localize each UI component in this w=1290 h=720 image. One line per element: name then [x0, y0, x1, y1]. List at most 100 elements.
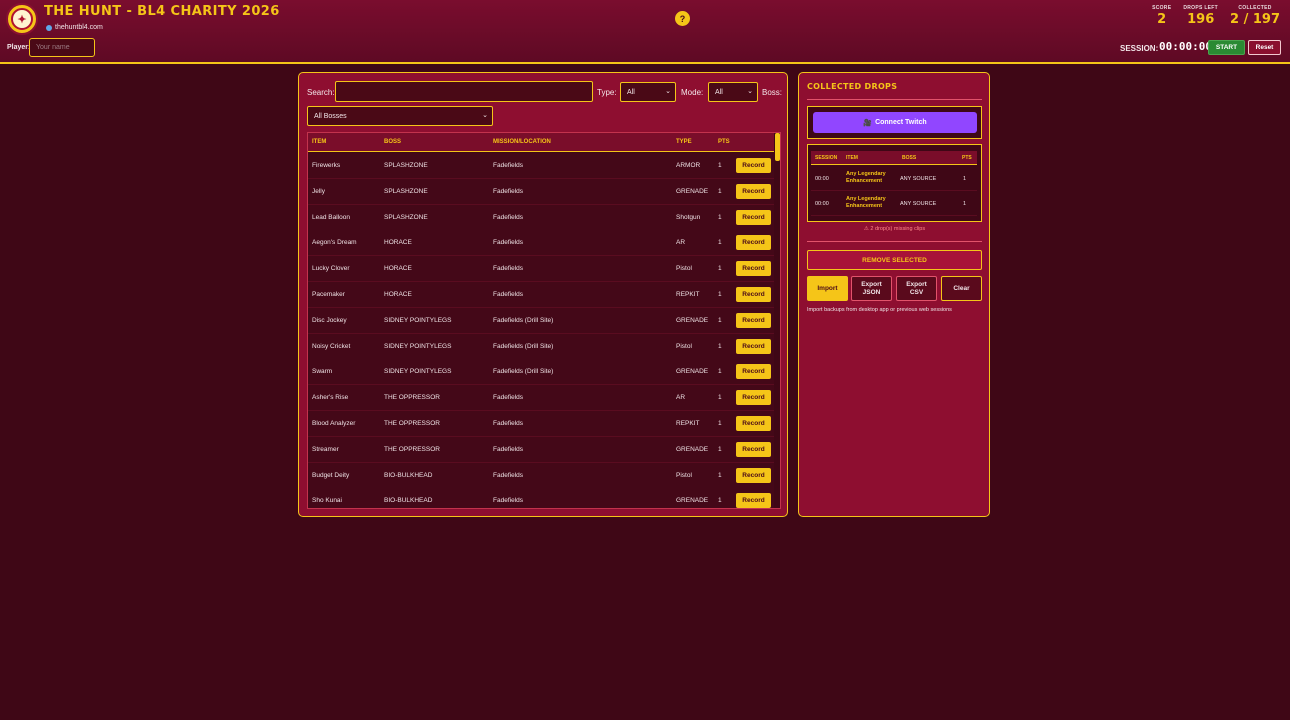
table-row: Sho Kunai BIO-BULKHEAD Fadefields GRENADE 1 R… — [308, 488, 774, 508]
row-pts: 1 — [718, 342, 722, 350]
table-row: Lucky Clover HORACE Fadefields Pistol 1 Recor… — [308, 256, 774, 283]
stat-drops-left-label: DROPS LEFT — [1183, 5, 1219, 11]
row-pts: 1 — [718, 239, 722, 247]
record-button[interactable]: Record — [736, 261, 771, 277]
table-row: Jelly SPLASHZONE Fadefields GRENADE 1 Record — [308, 178, 774, 205]
stat-score-value: 2 — [1157, 12, 1167, 27]
reset-button[interactable]: Reset — [1248, 40, 1281, 55]
boss-label: Boss: — [762, 88, 783, 97]
table-row: Disc Jockey SIDNEY POINTYLEGS Fadefields (… — [308, 307, 774, 334]
row-pts: 1 — [718, 316, 722, 324]
row-type: GRENADE — [676, 445, 709, 453]
header-item[interactable]: ITEM — [312, 139, 326, 145]
stat-collected-value: 2 / 197 — [1230, 12, 1280, 27]
row-pts: 1 — [718, 187, 722, 195]
record-button[interactable]: Record — [736, 183, 771, 199]
start-button[interactable]: START — [1208, 40, 1245, 55]
header-pts[interactable]: PTS — [718, 139, 730, 145]
table-row: Swarm SIDNEY POINTYLEGS Fadefields (Drill … — [308, 359, 774, 386]
row-type: REPKIT — [676, 291, 700, 298]
stat-drops-left-value: 196 — [1187, 12, 1215, 27]
record-button[interactable]: Record — [736, 287, 771, 302]
record-button[interactable]: Record — [736, 235, 771, 251]
record-button[interactable]: Record — [736, 338, 771, 354]
row-location: Fadefields — [493, 394, 523, 402]
clear-button[interactable]: Clear — [941, 276, 982, 301]
record-button[interactable]: Record — [736, 493, 771, 508]
drop-boss: ANY SOURCE — [900, 201, 937, 207]
row-type: AR — [676, 239, 686, 247]
row-type: ARMOR — [676, 162, 701, 169]
record-button[interactable]: Record — [736, 312, 771, 328]
row-item: Firewerks — [312, 162, 341, 169]
row-type: GRENADE — [676, 368, 709, 376]
header-location[interactable]: MISSION/LOCATION — [493, 139, 551, 145]
record-button[interactable]: Record — [736, 390, 771, 406]
chevron-down-icon: ⌄ — [482, 112, 488, 119]
row-item: Lead Balloon — [312, 213, 350, 221]
mode-select-value: All — [715, 88, 723, 96]
drop-session: 00:00 — [815, 201, 829, 207]
dheader-item: ITEM — [846, 155, 858, 161]
mode-select[interactable]: All ⌄ — [708, 82, 758, 102]
row-item: Streamer — [312, 445, 339, 453]
dheader-boss: BOSS — [902, 155, 917, 161]
row-pts: 1 — [718, 368, 722, 376]
type-select[interactable]: All ⌄ — [620, 82, 676, 102]
player-name-input[interactable] — [29, 38, 95, 57]
row-type: Pistol — [676, 471, 692, 479]
record-button[interactable]: Record — [736, 158, 771, 173]
record-button[interactable]: Record — [736, 416, 771, 431]
collected-drops-panel: COLLECTED DROPS 🎥 Connect Twitch SESSION… — [798, 72, 990, 517]
remove-selected-button[interactable]: REMOVE SELECTED — [807, 250, 982, 270]
connect-twitch-button[interactable]: 🎥 Connect Twitch — [813, 112, 977, 133]
table-scrollbar[interactable] — [775, 133, 780, 161]
drop-boss: ANY SOURCE — [900, 176, 937, 182]
row-item: Blood Analyzer — [312, 420, 356, 427]
type-select-value: All — [627, 88, 635, 96]
table-row: Firewerks SPLASHZONE Fadefields ARMOR 1 Recor… — [308, 153, 774, 179]
import-button[interactable]: Import — [807, 276, 848, 301]
collected-drop-row[interactable]: 00:00 Any Legendary Enhancement ANY SOURC… — [811, 191, 977, 216]
help-button[interactable]: ? — [675, 11, 690, 26]
row-item: Budget Deity — [312, 471, 350, 479]
export-json-button[interactable]: Export JSON — [851, 276, 892, 301]
row-item: Aegon's Dream — [312, 239, 357, 247]
drops-table: ITEM BOSS MISSION/LOCATION TYPE PTS Fire… — [307, 132, 781, 509]
collected-drop-row[interactable]: 00:00 Any Legendary Enhancement ANY SOURC… — [811, 166, 977, 191]
type-label: Type: — [597, 88, 617, 97]
app-title: THE HUNT - BL4 CHARITY 2026 — [44, 4, 280, 19]
table-row: Asher's Rise THE OPPRESSOR Fadefields AR 1 Re… — [308, 385, 774, 412]
record-button[interactable]: Record — [736, 467, 771, 483]
row-location: Fadefields — [493, 265, 523, 273]
header-boss[interactable]: BOSS — [384, 139, 401, 145]
row-location: Fadefields — [493, 213, 523, 221]
record-button[interactable]: Record — [736, 364, 771, 380]
drops-table-panel: Search: Type: All ⌄ Mode: All ⌄ Boss: Al… — [298, 72, 788, 517]
export-csv-button[interactable]: Export CSV — [896, 276, 937, 301]
record-button[interactable]: Record — [736, 209, 771, 225]
row-type: GRENADE — [676, 187, 709, 195]
site-link[interactable]: thehuntbl4.com — [46, 24, 103, 31]
record-button[interactable]: Record — [736, 441, 771, 457]
row-pts: 1 — [718, 471, 722, 479]
table-row: Aegon's Dream HORACE Fadefields AR 1 Record — [308, 230, 774, 257]
boss-select[interactable]: All Bosses ⌄ — [307, 106, 493, 126]
site-link-text[interactable]: thehuntbl4.com — [55, 24, 103, 31]
dheader-pts: PTS — [962, 155, 972, 161]
globe-icon — [46, 24, 52, 31]
row-location: Fadefields (Drill Site) — [493, 368, 554, 376]
table-row: Noisy Cricket SIDNEY POINTYLEGS Fadefields… — [308, 333, 774, 360]
row-item: Asher's Rise — [312, 394, 349, 402]
header-type[interactable]: TYPE — [676, 139, 692, 145]
row-location: Fadefields — [493, 497, 523, 505]
row-type: Pistol — [676, 342, 692, 350]
drop-pts: 1 — [963, 201, 967, 207]
row-pts: 1 — [718, 265, 722, 273]
row-item: Jelly — [312, 187, 326, 195]
search-input[interactable] — [335, 81, 593, 102]
row-boss: HORACE — [384, 291, 412, 298]
row-location: Fadefields — [493, 187, 523, 195]
session-timer: 00:00:00 — [1159, 40, 1212, 53]
collected-drops-title: COLLECTED DROPS — [807, 82, 898, 91]
